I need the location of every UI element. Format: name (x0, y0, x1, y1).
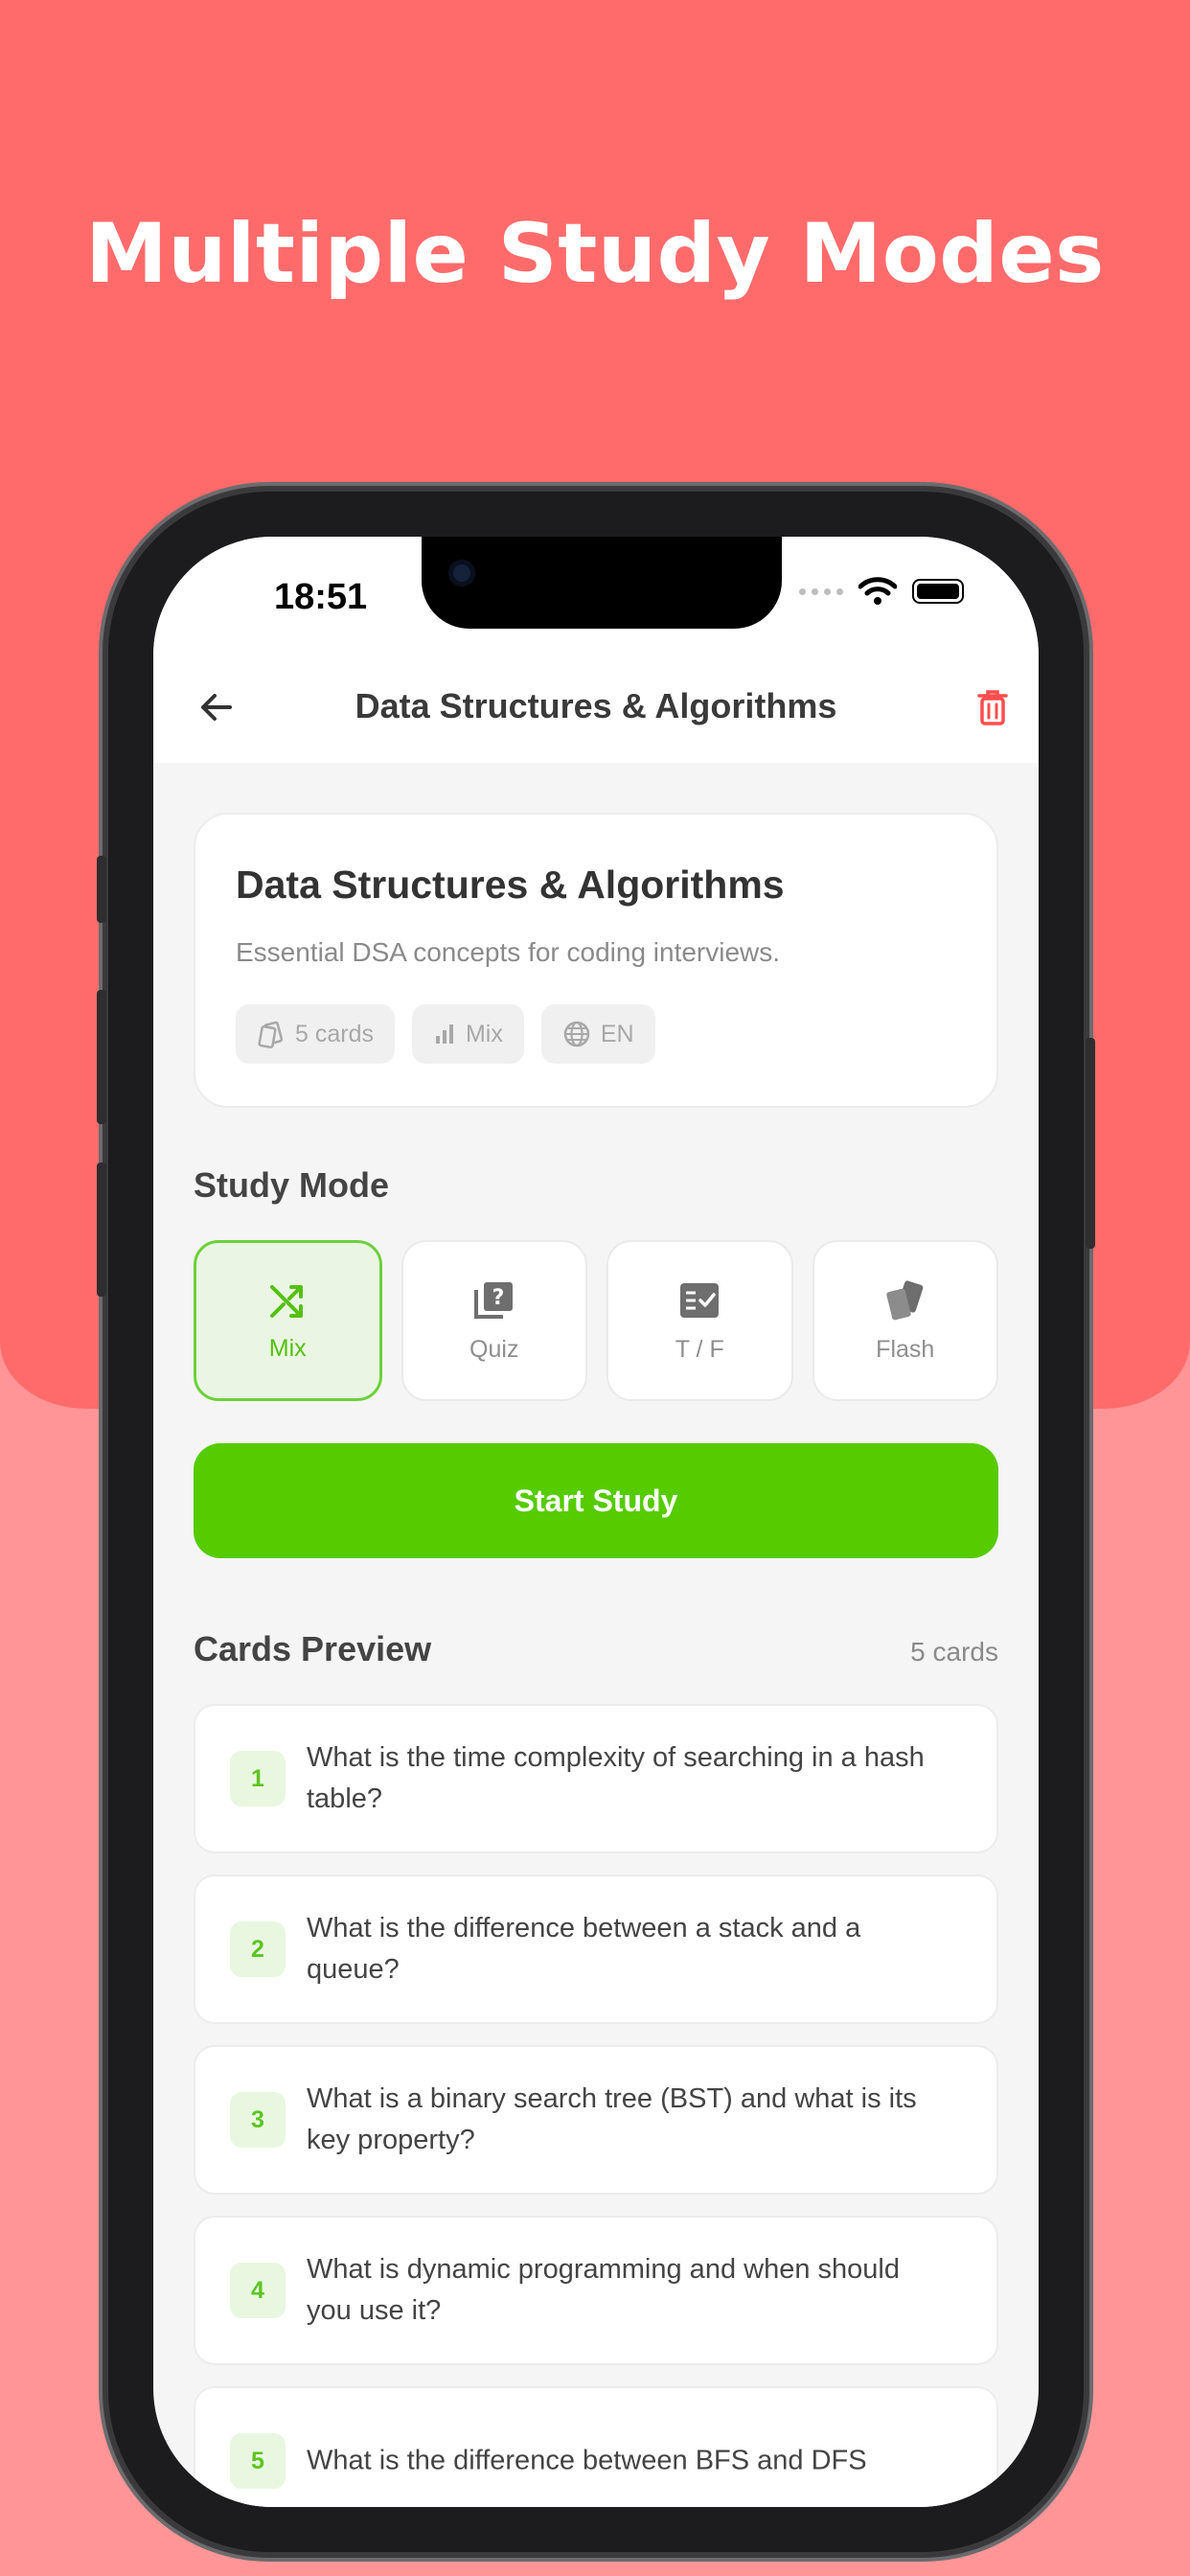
deck-description: Essential DSA concepts for coding interv… (236, 937, 781, 967)
wifi-icon (858, 577, 897, 605)
card-question: What is dynamic programming and when sho… (307, 2254, 900, 2326)
mode-flash[interactable]: Flash (812, 1240, 998, 1401)
camera-icon (448, 560, 475, 586)
mode-label: T / F (675, 1335, 724, 1363)
app-header: Data Structures & Algorithms (153, 652, 1039, 763)
cellular-dots-icon (799, 587, 843, 595)
notch (422, 537, 782, 629)
mode-label: Flash (876, 1335, 935, 1363)
card-number-badge: 5 (230, 2433, 286, 2489)
card-number-badge: 3 (230, 2092, 286, 2148)
bar-chart-icon (435, 1024, 453, 1044)
mode-true-false[interactable]: T / F (606, 1240, 793, 1401)
chip-label: Mix (465, 1020, 503, 1047)
card-question: What is the time complexity of searching… (307, 1742, 925, 1814)
volume-down-button (97, 1162, 106, 1297)
cards-preview-title: Cards Preview (194, 1629, 432, 1668)
shuffle-icon (270, 1284, 304, 1318)
volume-up-button (97, 990, 106, 1124)
list-item[interactable]: 1 What is the time complexity of searchi… (194, 1704, 998, 1853)
chip-language: EN (540, 1004, 655, 1064)
chip-difficulty: Mix (411, 1004, 524, 1064)
headline: Multiple Study Modes (85, 206, 1105, 302)
cards-count: 5 cards (910, 1637, 998, 1667)
quiz-icon: ? (473, 1281, 513, 1319)
card-question: What is the difference between a stack a… (307, 1913, 861, 1985)
mode-label: Quiz (469, 1335, 519, 1363)
card-number-badge: 2 (230, 1921, 286, 1977)
phone-screen: 18:51 Data Structures & Algorithms Data … (153, 537, 1039, 2507)
phone-frame: 18:51 Data Structures & Algorithms Data … (97, 492, 1095, 2552)
deck-info-card: Data Structures & Algorithms Essential D… (194, 813, 998, 1108)
list-item[interactable]: 3 What is a binary search tree (BST) and… (194, 2045, 998, 2195)
silent-switch (97, 856, 106, 923)
delete-deck-button[interactable] (966, 680, 1019, 734)
list-item[interactable]: 2 What is the difference between a stack… (194, 1874, 998, 2024)
status-icons (799, 577, 964, 606)
deck-title: Data Structures & Algorithms (236, 862, 785, 907)
card-number-badge: 4 (230, 2263, 286, 2318)
list-item[interactable]: 4 What is dynamic programming and when s… (194, 2216, 998, 2365)
checklist-icon (680, 1282, 720, 1318)
study-mode-selector: Mix ? Quiz T / F Flash (194, 1240, 998, 1401)
chip-label: 5 cards (295, 1020, 374, 1047)
card-number-badge: 1 (230, 1751, 286, 1806)
mode-mix[interactable]: Mix (194, 1240, 382, 1401)
cards-preview-list: 1 What is the time complexity of searchi… (194, 1704, 998, 2507)
cards-icon (258, 1021, 284, 1048)
card-question: What is the difference between BFS and D… (307, 2445, 867, 2476)
list-item[interactable]: 5 What is the difference between BFS and… (194, 2386, 998, 2507)
svg-text:?: ? (492, 1286, 504, 1310)
page-title: Data Structures & Algorithms (355, 686, 837, 725)
chip-card-count: 5 cards (236, 1004, 395, 1064)
card-question: What is a binary search tree (BST) and w… (307, 2083, 917, 2155)
power-button (1086, 1038, 1095, 1249)
chip-label: EN (600, 1020, 634, 1047)
globe-icon (563, 1021, 590, 1047)
trash-icon (977, 690, 1008, 725)
battery-icon (912, 579, 964, 604)
deck-chips: 5 cards Mix EN (236, 1004, 655, 1064)
flashcards-icon (886, 1279, 924, 1320)
start-study-button[interactable]: Start Study (194, 1443, 998, 1558)
mode-quiz[interactable]: ? Quiz (400, 1240, 587, 1401)
study-mode-title: Study Mode (194, 1165, 389, 1205)
mode-label: Mix (268, 1334, 307, 1362)
status-time: 18:51 (274, 577, 368, 617)
